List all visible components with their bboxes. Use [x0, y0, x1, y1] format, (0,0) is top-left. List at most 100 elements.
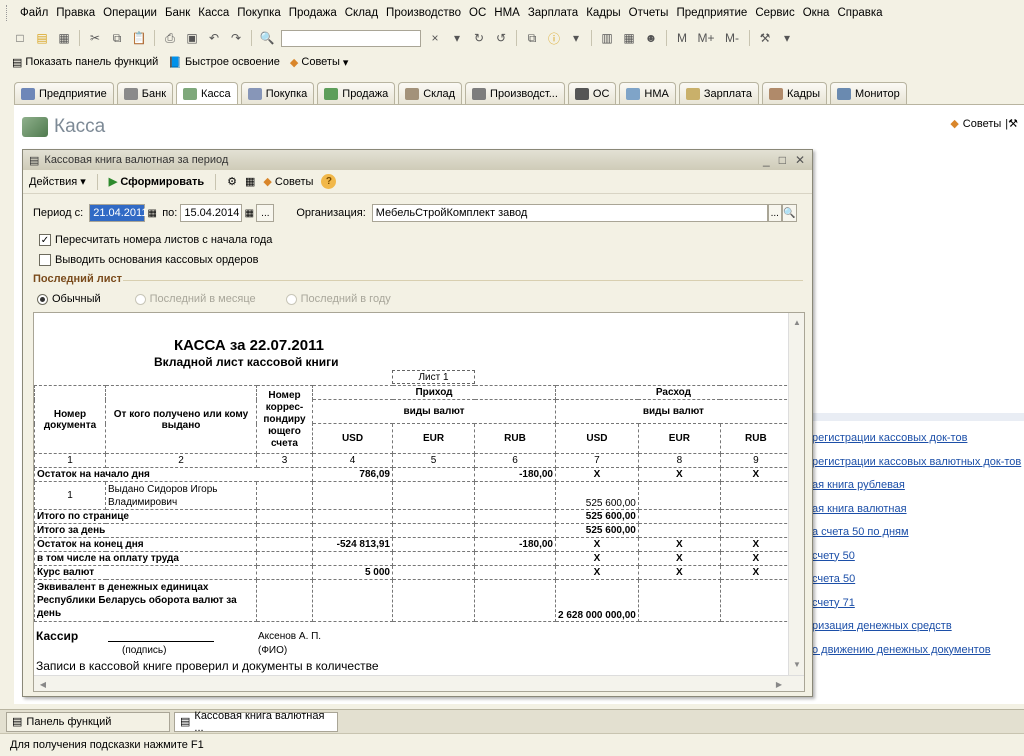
radio-last-year[interactable] — [285, 293, 297, 305]
undo-icon[interactable]: ↶ — [204, 29, 224, 47]
tab-bank[interactable]: Банк — [116, 82, 174, 104]
tab-production[interactable]: Производст... — [465, 82, 565, 104]
menu-enterprise[interactable]: Предприятие — [672, 7, 751, 19]
preview-icon[interactable]: ▣ — [182, 29, 202, 47]
redo-icon[interactable]: ↷ — [226, 29, 246, 47]
actions-menu[interactable]: Действия ▾ — [29, 175, 86, 188]
report-link[interactable]: счету 50 — [812, 550, 1024, 574]
tips-link[interactable]: ◆ Советы |⚒ — [950, 117, 1018, 131]
period-select-button[interactable]: ... — [256, 204, 275, 222]
menu-kassa[interactable]: Касса — [194, 7, 233, 19]
tab-warehouse[interactable]: Склад — [398, 82, 463, 104]
report-link[interactable]: счета 50 — [812, 573, 1024, 597]
tab-purchase[interactable]: Покупка — [240, 82, 315, 104]
minimize-icon[interactable]: _ — [763, 153, 770, 167]
settings-icon[interactable]: ⚙ — [227, 175, 237, 188]
tab-monitor[interactable]: Монитор — [829, 82, 907, 104]
basis-checkbox[interactable] — [39, 254, 51, 266]
save-icon[interactable]: ▦ — [54, 29, 74, 47]
calendar-icon[interactable]: ▦ — [619, 29, 639, 47]
menu-production[interactable]: Производство — [382, 7, 465, 19]
copy-icon[interactable]: ⧉ — [107, 29, 127, 47]
new-icon[interactable]: □ — [10, 29, 30, 47]
quick-learn-button[interactable]: 📘 Быстрое освоение — [168, 56, 280, 69]
tab-sale[interactable]: Продажа — [317, 82, 396, 104]
task-functions-panel[interactable]: ▤ Панель функций — [6, 711, 170, 732]
org-input[interactable]: МебельСтройКомплект завод — [371, 204, 768, 222]
report-link[interactable]: регистрации кассовых валютных док-тов — [812, 456, 1024, 480]
users-icon[interactable]: ☻ — [641, 29, 661, 47]
save-settings-icon[interactable]: ▦ — [245, 175, 255, 188]
tips-button[interactable]: ◆ Советы — [263, 175, 313, 188]
menu-purchase[interactable]: Покупка — [233, 7, 284, 19]
scroll-left-icon[interactable]: ◀ — [36, 677, 50, 691]
paste-icon[interactable]: 📋 — [129, 29, 149, 47]
help-icon[interactable]: ? — [321, 174, 337, 189]
tab-hr[interactable]: Кадры — [762, 82, 827, 104]
print-icon[interactable]: ⎙ — [160, 29, 180, 47]
renumber-checkbox-row[interactable]: ✓ Пересчитать номера листов с начала год… — [39, 234, 272, 246]
menu-reports[interactable]: Отчеты — [625, 7, 673, 19]
report-link[interactable]: ая книга валютная — [812, 503, 1024, 527]
menu-hr[interactable]: Кадры — [582, 7, 624, 19]
task-cashbook[interactable]: ▤ Кассовая книга валютная ... — [174, 710, 338, 734]
search-next-icon[interactable]: ↻ — [469, 29, 489, 47]
tab-enterprise[interactable]: Предприятие — [14, 82, 114, 104]
tips-button[interactable]: ◆ Советы ▾ — [290, 56, 348, 69]
search-dropdown-icon[interactable]: ▾ — [447, 29, 467, 47]
tools-icon[interactable]: ⚒ — [755, 29, 775, 47]
menu-help[interactable]: Справка — [833, 7, 886, 19]
maximize-icon[interactable]: □ — [779, 153, 786, 167]
menu-nma[interactable]: НМА — [490, 7, 524, 19]
calendar-icon[interactable]: ▦ — [145, 204, 159, 222]
window-icon[interactable]: ⧉ — [522, 29, 542, 47]
radio-last-month[interactable] — [134, 293, 146, 305]
report-link[interactable]: счету 71 — [812, 597, 1024, 621]
org-select-button[interactable]: ... — [767, 204, 782, 222]
menu-service[interactable]: Сервис — [751, 7, 798, 19]
horizontal-scrollbar[interactable]: ◀ ▶ — [34, 675, 804, 691]
tab-salary[interactable]: Зарплата — [678, 82, 760, 104]
org-search-icon[interactable]: 🔍 — [781, 204, 797, 222]
menu-operations[interactable]: Операции — [99, 7, 161, 19]
search-prev-icon[interactable]: ↺ — [491, 29, 511, 47]
report-link[interactable]: регистрации кассовых док-тов — [812, 432, 1024, 456]
search-clear-icon[interactable]: × — [425, 29, 445, 47]
cut-icon[interactable]: ✂ — [85, 29, 105, 47]
vertical-scrollbar[interactable]: ▲ ▼ — [788, 313, 804, 677]
renumber-checkbox[interactable]: ✓ — [39, 234, 51, 246]
search-icon[interactable]: 🔍 — [257, 29, 277, 47]
report-link[interactable]: ая книга рублевая — [812, 479, 1024, 503]
period-to-input[interactable]: 15.04.2014 — [180, 204, 243, 222]
scroll-right-icon[interactable]: ▶ — [772, 677, 786, 691]
show-panel-button[interactable]: ▤ Показать панель функций — [12, 56, 158, 69]
search-input[interactable] — [281, 29, 421, 47]
report-link[interactable]: ризация денежных средств — [812, 620, 1024, 644]
menu-salary[interactable]: Зарплата — [524, 7, 582, 19]
report-link[interactable]: а счета 50 по дням — [812, 526, 1024, 550]
dialog-titlebar[interactable]: ▤ Кассовая книга валютная за период _ □ … — [23, 150, 812, 170]
menu-windows[interactable]: Окна — [799, 7, 834, 19]
open-icon[interactable]: ▤ — [32, 29, 52, 47]
info-dropdown-icon[interactable]: ▾ — [566, 29, 586, 47]
memory-m-icon[interactable]: M — [672, 29, 692, 47]
scroll-up-icon[interactable]: ▲ — [790, 315, 804, 329]
calendar-icon[interactable]: ▦ — [242, 204, 256, 222]
radio-normal[interactable] — [37, 293, 48, 305]
tab-os[interactable]: ОС — [567, 82, 617, 104]
report-link[interactable]: о движению денежных документов — [812, 644, 1024, 668]
memory-minus-icon[interactable]: M- — [720, 29, 744, 47]
menu-os[interactable]: ОС — [465, 7, 490, 19]
generate-button[interactable]: ▶ Сформировать — [109, 175, 204, 188]
menu-warehouse[interactable]: Склад — [341, 7, 382, 19]
menu-sale[interactable]: Продажа — [285, 7, 341, 19]
period-from-input[interactable]: 21.04.2011 — [89, 204, 147, 222]
menu-edit[interactable]: Правка — [52, 7, 99, 19]
close-icon[interactable]: ✕ — [795, 153, 805, 167]
basis-checkbox-row[interactable]: Выводить основания кассовых ордеров — [39, 254, 258, 266]
calculator-icon[interactable]: ▥ — [597, 29, 617, 47]
tools-dropdown-icon[interactable]: ▾ — [777, 29, 797, 47]
menu-file[interactable]: Файл — [16, 7, 52, 19]
info-icon[interactable]: ⓘ — [544, 29, 564, 47]
tab-kassa[interactable]: Касса — [176, 82, 238, 105]
